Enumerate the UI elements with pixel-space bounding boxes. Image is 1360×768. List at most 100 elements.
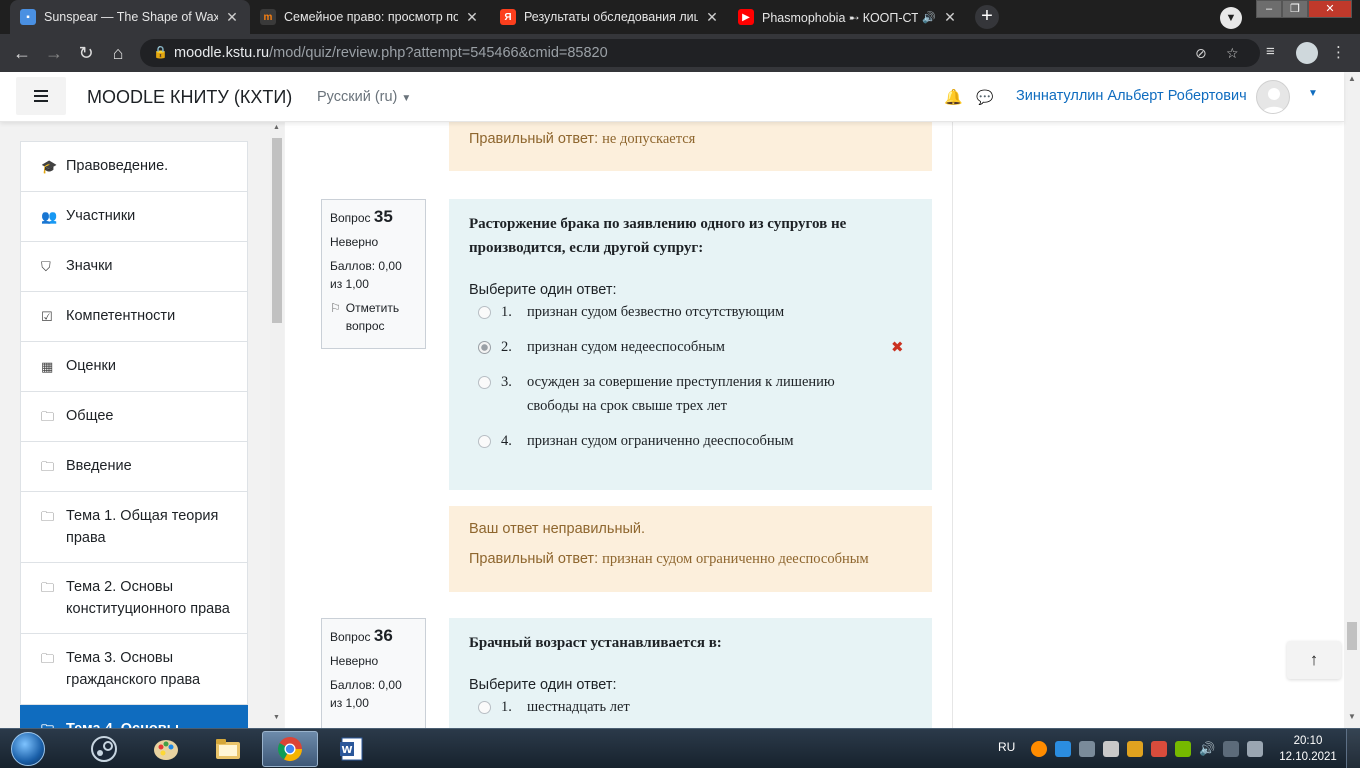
back-to-top-button[interactable]: ↑ xyxy=(1287,641,1341,679)
answer-option[interactable]: 1. признан судом безвестно отсутствующим xyxy=(469,300,912,324)
new-tab-button[interactable]: + xyxy=(975,5,999,29)
drawer-item[interactable]: ⛉ Значки xyxy=(20,242,248,292)
steam-icon xyxy=(91,736,117,762)
answer-option[interactable]: 1. шестнадцать лет xyxy=(469,695,912,719)
scroll-up-arrow-icon[interactable]: ▲ xyxy=(273,124,280,131)
browser-tab-1[interactable]: m Семейное право: просмотр поп ✕ xyxy=(250,0,490,34)
folder-explorer-icon xyxy=(216,739,240,759)
tab-search-icon[interactable]: ▼ xyxy=(1220,7,1242,29)
chrome-taskbar-button[interactable] xyxy=(262,731,318,767)
close-icon[interactable]: ✕ xyxy=(704,9,720,26)
home-icon[interactable]: ⌂ xyxy=(107,42,129,64)
drawer-item[interactable]: ☑ Компетентности xyxy=(20,292,248,342)
drawer-item[interactable]: 🗀 Тема 2. Основы конституционного права xyxy=(20,563,248,634)
folder-icon: 🗀 xyxy=(41,651,55,666)
radio-button[interactable] xyxy=(478,306,491,319)
drawer-toggle-button[interactable] xyxy=(16,77,66,115)
paint-taskbar-button[interactable] xyxy=(138,731,194,767)
explorer-taskbar-button[interactable] xyxy=(200,731,256,767)
close-icon[interactable]: ✕ xyxy=(942,9,958,26)
radio-button[interactable] xyxy=(478,435,491,448)
radio-button[interactable] xyxy=(478,376,491,389)
page-scroll-thumb[interactable] xyxy=(1347,622,1357,650)
option-text: осужден за совершение преступления к лиш… xyxy=(527,374,835,414)
tray-app-icon[interactable] xyxy=(1079,741,1095,757)
close-icon[interactable]: ✕ xyxy=(224,9,240,26)
star-icon[interactable]: ☆ xyxy=(1226,45,1239,62)
network-icon[interactable] xyxy=(1223,741,1239,757)
url-text[interactable]: moodle.kstu.ru/mod/quiz/review.php?attem… xyxy=(174,45,608,61)
drawer-scrollbar[interactable]: ▲ ▼ xyxy=(270,122,284,728)
browser-tab-0[interactable]: ▪ Sunspear — The Shape of Wax ✕ xyxy=(10,0,250,34)
menu-kebab-icon[interactable]: ⋮ xyxy=(1331,43,1346,61)
correct-answer-label: Правильный ответ: xyxy=(469,131,599,147)
address-bar[interactable]: 🔒 moodle.kstu.ru/mod/quiz/review.php?att… xyxy=(140,39,1260,67)
drawer-item[interactable]: 🗀 Тема 3. Основы гражданского права xyxy=(20,634,248,705)
site-name[interactable]: MOODLE КНИТУ (КХТИ) xyxy=(87,87,292,108)
browser-tab-3[interactable]: ▶ Phasmophobia ➸ КООП-СТР 🔊 ✕ xyxy=(728,0,968,34)
back-arrow-icon[interactable]: ← xyxy=(11,42,33,64)
drawer-nav-list: 🎓 Правоведение. 👥 Участники ⛉ Значки ☑ Компетен… xyxy=(20,141,248,728)
drawer-item[interactable]: 🎓 Правоведение. xyxy=(20,141,248,192)
close-icon[interactable]: ✕ xyxy=(464,9,480,26)
drawer-item[interactable]: 🗀 Введение xyxy=(20,442,248,492)
drawer-item[interactable]: 🗀 Общее xyxy=(20,392,248,442)
user-menu-name[interactable]: Зиннатуллин Альберт Робертович xyxy=(1016,88,1247,104)
lock-icon[interactable]: 🔒 xyxy=(153,45,168,61)
window-close-button[interactable]: ✕ xyxy=(1308,0,1352,18)
drawer-scroll-thumb[interactable] xyxy=(272,138,282,323)
tray-app-icon[interactable] xyxy=(1103,741,1119,757)
caret-down-icon[interactable]: ▼ xyxy=(1308,88,1318,99)
radio-button-checked[interactable] xyxy=(478,341,491,354)
correct-answer-line: Правильный ответ: признан судом ограниче… xyxy=(469,548,912,570)
bell-icon[interactable]: 🔔 xyxy=(944,88,963,106)
answer-option[interactable]: 2. признан судом недееспособным ✖ xyxy=(469,335,912,359)
flag-question-link[interactable]: ⚐ Отметить вопрос xyxy=(330,299,417,335)
correct-answer-text: не допускается xyxy=(602,131,696,147)
profile-avatar[interactable] xyxy=(1296,42,1318,64)
speaker-icon[interactable]: 🔊 xyxy=(922,11,936,24)
scroll-down-arrow-icon[interactable]: ▼ xyxy=(1348,712,1356,721)
user-avatar[interactable] xyxy=(1256,80,1290,114)
drawer-item[interactable]: ▦ Оценки xyxy=(20,342,248,392)
volume-icon[interactable]: 🔊 xyxy=(1199,741,1215,757)
question-number: Вопрос 35 xyxy=(330,208,417,227)
folder-icon: 🗀 xyxy=(41,580,55,595)
tray-app-icon[interactable] xyxy=(1031,741,1047,757)
flag-tray-icon[interactable] xyxy=(1247,741,1263,757)
tray-app-icon[interactable] xyxy=(1055,741,1071,757)
eye-off-icon[interactable]: ⊘ xyxy=(1195,45,1207,62)
clock[interactable]: 20:10 12.10.2021 xyxy=(1278,733,1338,765)
answer-option[interactable]: 4. признан судом ограниченно дееспособны… xyxy=(469,429,912,453)
page-scrollbar[interactable]: ▲ ▼ xyxy=(1344,72,1360,728)
windows-logo-icon xyxy=(11,732,45,766)
browser-tab-2[interactable]: Я Результаты обследования лица, ✕ xyxy=(490,0,730,34)
prev-question-feedback: Правильный ответ: не допускается xyxy=(449,122,932,171)
message-icon[interactable]: 💬 xyxy=(976,89,993,106)
browser-tab-strip: ▪ Sunspear — The Shape of Wax ✕ m Семейн… xyxy=(0,0,1360,34)
nvidia-icon[interactable] xyxy=(1175,741,1191,757)
scroll-up-arrow-icon[interactable]: ▲ xyxy=(1348,74,1356,83)
answer-option[interactable]: 3. осужден за совершение преступления к … xyxy=(469,370,912,418)
drawer-item[interactable]: 🗀 Тема 4. Основы xyxy=(20,705,248,728)
steam-taskbar-button[interactable] xyxy=(76,731,132,767)
radio-button[interactable] xyxy=(478,701,491,714)
url-path: /mod/quiz/review.php?attempt=545466&cmid… xyxy=(269,45,608,61)
correct-answer-label: Правильный ответ: xyxy=(469,551,599,567)
reload-icon[interactable]: ↻ xyxy=(75,42,97,64)
question-formulation: Брачный возраст устанавливается в: Выбер… xyxy=(449,618,932,728)
tray-app-icon[interactable] xyxy=(1151,741,1167,757)
minimize-button[interactable]: – xyxy=(1256,0,1282,18)
input-language[interactable]: RU xyxy=(998,740,1015,754)
language-menu[interactable]: Русский (ru) ▼ xyxy=(317,89,411,105)
reading-list-icon[interactable]: ≡ xyxy=(1266,43,1275,60)
tray-app-icon[interactable] xyxy=(1127,741,1143,757)
maximize-button[interactable]: ❐ xyxy=(1282,0,1308,18)
start-button[interactable] xyxy=(2,729,54,768)
drawer-item[interactable]: 👥 Участники xyxy=(20,192,248,242)
show-desktop-button[interactable] xyxy=(1346,729,1360,768)
scroll-down-arrow-icon[interactable]: ▼ xyxy=(273,714,280,721)
forward-arrow-icon[interactable]: → xyxy=(43,42,65,64)
drawer-item[interactable]: 🗀 Тема 1. Общая теория права xyxy=(20,492,248,563)
word-taskbar-button[interactable]: W xyxy=(324,731,380,767)
